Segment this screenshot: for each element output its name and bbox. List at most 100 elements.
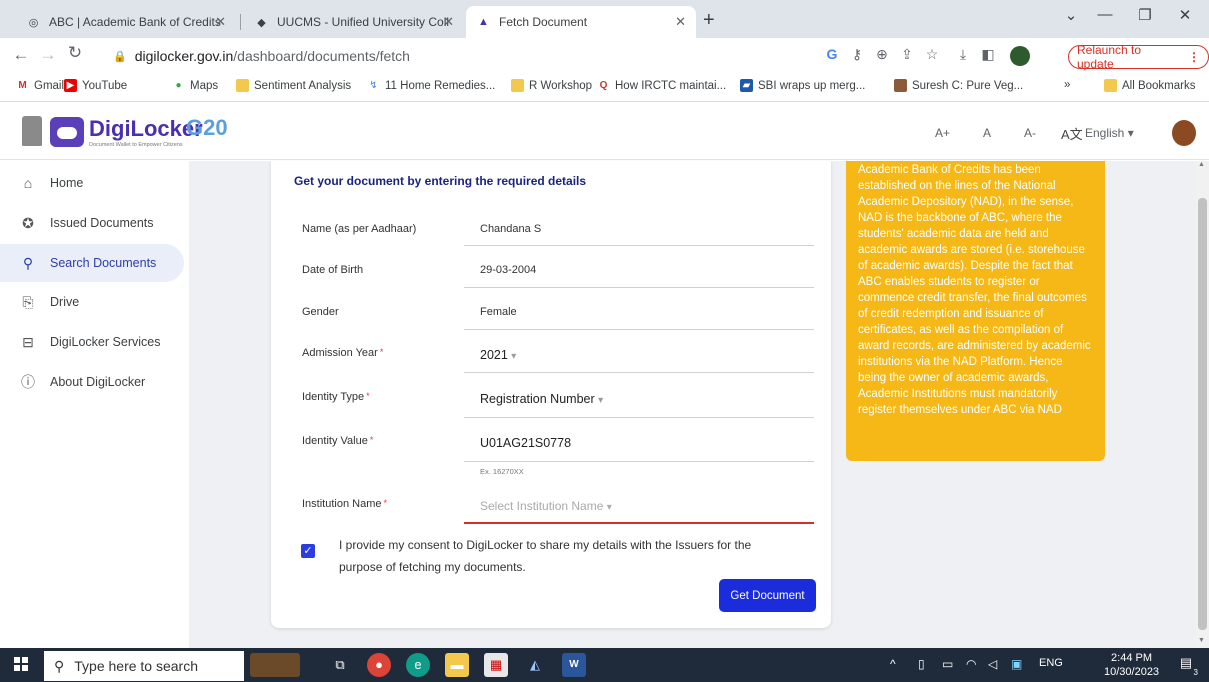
field-label-identity-value: Identity Value *: [302, 435, 374, 447]
zoom-icon[interactable]: ⊕: [872, 46, 892, 63]
password-key-icon[interactable]: ⚷: [847, 46, 867, 63]
taskbar-clock[interactable]: 2:44 PM 10/30/2023: [1104, 651, 1159, 679]
bookmark-sentiment[interactable]: Sentiment Analysis: [236, 79, 351, 92]
sidebar-item-label: Search Documents: [50, 256, 157, 270]
sidebar-item-about-digilocker[interactable]: ⓘ About DigiLocker: [0, 363, 184, 401]
chrome-icon[interactable]: ●: [367, 653, 391, 677]
scroll-down-icon[interactable]: ▼: [1198, 637, 1205, 644]
photos-app-icon[interactable]: ◭: [523, 653, 547, 677]
sidebar-item-issued-documents[interactable]: ✪ Issued Documents: [0, 204, 184, 242]
get-document-button[interactable]: Get Document: [719, 579, 816, 612]
uucms-icon: ◆: [257, 16, 266, 29]
bookmark-r-workshop[interactable]: R Workshop: [511, 79, 592, 92]
all-bookmarks[interactable]: All Bookmarks: [1104, 79, 1196, 92]
notification-center-icon[interactable]: ▤ 3: [1176, 655, 1198, 677]
font-increase-button[interactable]: A+: [935, 126, 950, 140]
edge-icon[interactable]: e: [406, 653, 430, 677]
tray-language[interactable]: ENG: [1039, 657, 1063, 669]
folder-icon: [1104, 79, 1117, 92]
tab-abc[interactable]: ◎ ABC | Academic Bank of Credits ✕: [16, 6, 236, 38]
tray-chevron-up-icon[interactable]: ^: [890, 657, 896, 671]
calendar-app-icon[interactable]: ▦: [484, 653, 508, 677]
address-bar[interactable]: 🔒 digilocker.gov.in/dashboard/documents/…: [113, 43, 813, 69]
link-icon: ↯: [369, 80, 378, 91]
bookmark-gmail[interactable]: M Gmail: [16, 79, 64, 92]
file-explorer-icon[interactable]: ▬: [445, 653, 469, 677]
tab-search-chevron-icon[interactable]: ⌄: [1056, 6, 1086, 24]
institution-placeholder: Select Institution Name: [480, 499, 604, 513]
close-icon[interactable]: ✕: [215, 14, 226, 30]
clock-date: 10/30/2023: [1104, 666, 1160, 678]
identity-value-input[interactable]: U01AG21S0778: [480, 436, 571, 450]
sidebar-item-drive[interactable]: ⎘ Drive: [0, 283, 184, 321]
tray-volume-icon[interactable]: ◁: [988, 657, 997, 671]
task-view-icon[interactable]: ⧉: [328, 653, 352, 677]
consent-checkbox[interactable]: ✓: [301, 544, 315, 558]
tab-title: UUCMS - Unified University Coll: [277, 15, 450, 29]
bookmark-label: Suresh C: Pure Veg...: [912, 79, 1024, 92]
font-decrease-button[interactable]: A-: [1024, 126, 1036, 140]
google-translate-icon[interactable]: G: [822, 46, 842, 62]
forward-icon[interactable]: →: [37, 45, 59, 65]
minimize-icon[interactable]: —: [1090, 6, 1120, 23]
window-close-icon[interactable]: ✕: [1170, 6, 1200, 24]
sidebar-item-search-documents[interactable]: ⚲ Search Documents: [0, 244, 184, 282]
reload-icon[interactable]: ↻: [64, 43, 86, 63]
field-underline: [464, 329, 814, 330]
youtube-icon: ▶: [64, 79, 77, 92]
new-tab-icon[interactable]: +: [703, 9, 715, 32]
tray-device-icon[interactable]: ▯: [918, 657, 925, 671]
bookmark-label: SBI wraps up merg...: [758, 79, 866, 92]
close-icon[interactable]: ✕: [443, 14, 454, 30]
windows-start-icon[interactable]: [14, 657, 28, 671]
tray-meet-icon[interactable]: ▣: [1011, 657, 1022, 671]
bookmark-label: How IRCTC maintai...: [615, 79, 727, 92]
tray-wifi-icon[interactable]: ◠: [966, 657, 976, 671]
relaunch-button[interactable]: Relaunch to update ⋮: [1068, 43, 1209, 71]
font-normal-button[interactable]: A: [983, 126, 991, 140]
bookmarks-overflow[interactable]: »: [1064, 79, 1070, 91]
bookmark-youtube[interactable]: ▶ YouTube: [64, 79, 127, 92]
digilocker-logo-icon[interactable]: [50, 117, 84, 147]
sidebar-item-digilocker-services[interactable]: ⊟ DigiLocker Services: [0, 323, 184, 361]
maps-pin-icon: ●: [175, 80, 182, 91]
tab-title: Fetch Document: [499, 15, 588, 29]
scroll-up-icon[interactable]: ▲: [1198, 161, 1205, 168]
tab-uucms[interactable]: ◆ UUCMS - Unified University Coll ✕: [244, 6, 464, 38]
download-icon[interactable]: ⤓: [953, 46, 973, 63]
share-icon[interactable]: ⇪: [897, 46, 917, 63]
bookmark-label: YouTube: [82, 79, 128, 92]
close-icon[interactable]: ✕: [675, 14, 686, 30]
scrollbar-thumb[interactable]: [1198, 198, 1207, 630]
bookmark-star-icon[interactable]: ☆: [922, 46, 942, 63]
institution-name-select[interactable]: Select Institution Name ▾: [480, 499, 612, 513]
admission-year-select[interactable]: 2021 ▾: [480, 348, 516, 362]
field-label-gender: Gender: [302, 306, 339, 318]
language-select[interactable]: English ▾: [1085, 126, 1134, 140]
admission-year-value: 2021: [480, 348, 508, 362]
bookmark-irctc[interactable]: Q How IRCTC maintai...: [597, 79, 727, 92]
bookmark-home-remedies[interactable]: ↯ 11 Home Remedies...: [367, 79, 495, 92]
bookmark-label: All Bookmarks: [1122, 79, 1196, 92]
restore-icon[interactable]: ❐: [1130, 6, 1160, 24]
tray-network-icon[interactable]: ▭: [942, 657, 953, 671]
user-avatar[interactable]: [1172, 120, 1196, 146]
tab-fetch-document[interactable]: ▲ Fetch Document ✕: [466, 6, 696, 38]
profile-avatar[interactable]: [1010, 46, 1030, 66]
bookmark-sbi[interactable]: ▰ SBI wraps up merg...: [740, 79, 865, 92]
bookmark-maps[interactable]: ● Maps: [172, 79, 218, 92]
back-icon[interactable]: ←: [10, 45, 32, 65]
bookmark-label: Sentiment Analysis: [254, 79, 352, 92]
search-icon: ⚲: [22, 254, 34, 271]
sidebar-item-label: DigiLocker Services: [50, 335, 161, 349]
bookmark-suresh[interactable]: Suresh C: Pure Veg...: [894, 79, 1023, 92]
field-underline: [464, 245, 814, 246]
news-widget-icon[interactable]: [250, 653, 300, 677]
side-panel-icon[interactable]: ◧: [978, 46, 998, 63]
national-emblem-icon: [22, 116, 42, 146]
sidebar-item-home[interactable]: ⌂ Home: [0, 164, 184, 202]
more-vert-icon: ⋮: [1188, 50, 1200, 64]
taskbar-search[interactable]: ⚲ Type here to search: [44, 651, 244, 681]
identity-type-select[interactable]: Registration Number ▾: [480, 392, 603, 406]
word-icon[interactable]: W: [562, 653, 586, 677]
